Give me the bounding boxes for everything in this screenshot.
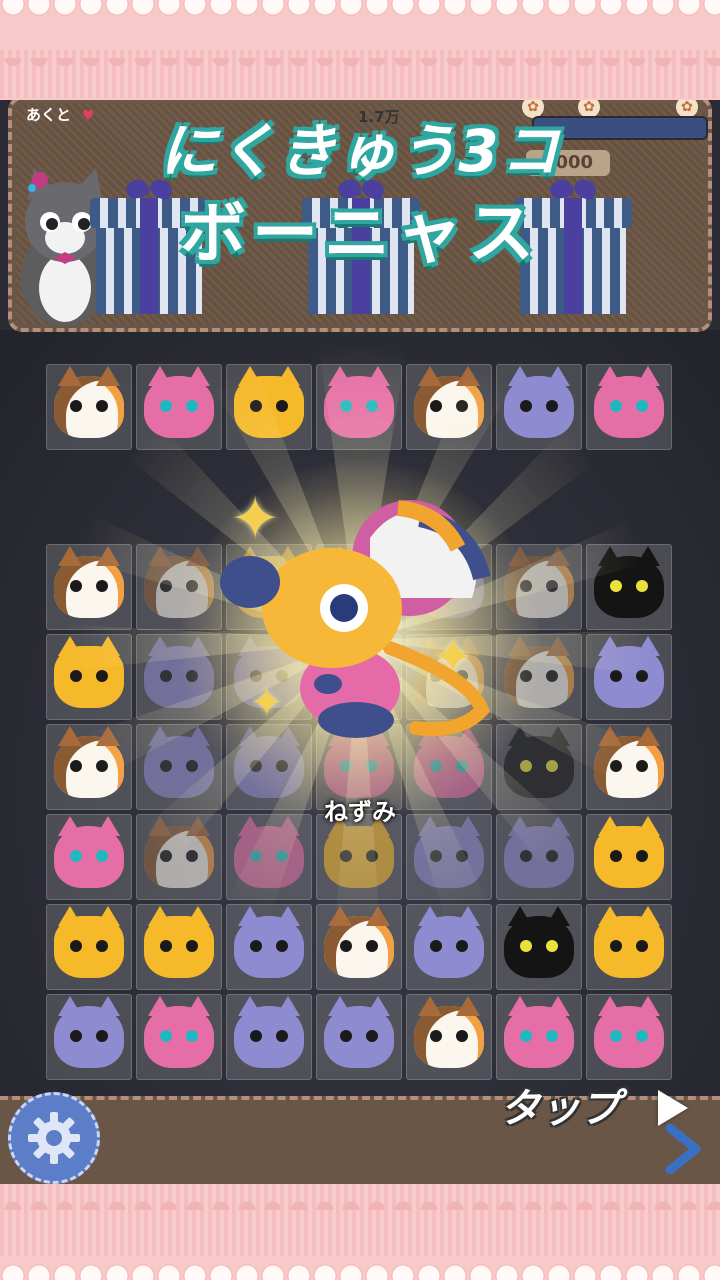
blue-cat-icon [234, 996, 304, 1068]
pink-cat-icon [594, 366, 664, 438]
gold-cat-icon [54, 906, 124, 978]
board-tile[interactable] [316, 994, 402, 1080]
board-tile[interactable] [136, 994, 222, 1080]
calico-cat-icon [414, 996, 484, 1068]
blue-cat-icon [324, 996, 394, 1068]
pink-cat-icon [144, 996, 214, 1068]
board-tile[interactable] [586, 994, 672, 1080]
calico-cat-icon [54, 366, 124, 438]
board-tile[interactable] [586, 904, 672, 990]
board-tile[interactable] [586, 814, 672, 900]
player-name: あくと [26, 106, 72, 124]
black-cat-icon [504, 906, 574, 978]
heart-icon: ♥ [82, 108, 95, 124]
bonus-title-line1: にくきゅう3コ [159, 117, 561, 185]
board-tile[interactable] [496, 994, 582, 1080]
play-arrow-icon [658, 1090, 688, 1126]
pink-cat-icon [54, 816, 124, 888]
gold-cat-icon [594, 906, 664, 978]
blue-cat-icon [54, 996, 124, 1068]
gold-cat-icon [594, 816, 664, 888]
settings-button[interactable] [8, 1092, 100, 1184]
pink-cat-icon [594, 996, 664, 1068]
board-tile[interactable] [46, 364, 132, 450]
bonus-item-name: ねずみ [324, 798, 396, 826]
board-tile[interactable] [46, 904, 132, 990]
board-tile[interactable] [46, 814, 132, 900]
board-tile[interactable] [586, 364, 672, 450]
arrow-right-icon[interactable] [664, 1124, 704, 1174]
board-tile[interactable] [136, 904, 222, 990]
bonus-title-line2: ボーニャス [180, 195, 540, 272]
gold-cat-icon [144, 906, 214, 978]
board-tile[interactable] [226, 994, 312, 1080]
pink-cat-icon [504, 996, 574, 1068]
board-tile[interactable] [406, 994, 492, 1080]
mouse-bonus-icon [220, 500, 491, 738]
gear-icon [28, 1112, 80, 1164]
board-tile[interactable] [46, 994, 132, 1080]
board-tile[interactable] [496, 904, 582, 990]
lace-border-top [0, 0, 720, 100]
lace-border-bottom [0, 1184, 720, 1280]
tap-prompt[interactable]: タップ [500, 1076, 620, 1134]
